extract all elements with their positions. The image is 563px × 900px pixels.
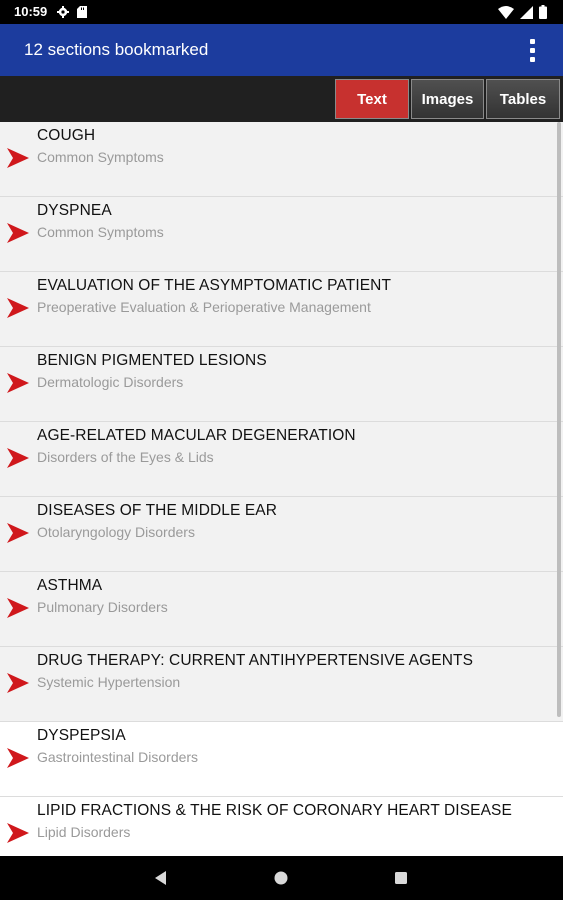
list-item[interactable]: AGE-RELATED MACULAR DEGENERATION Disorde… xyxy=(0,422,563,497)
arrow-right-icon xyxy=(7,223,29,243)
bookmark-title: ASTHMA xyxy=(37,577,103,594)
arrow-right-icon xyxy=(7,823,29,843)
battery-icon xyxy=(539,5,547,19)
bookmark-title: DRUG THERAPY: CURRENT ANTIHYPERTENSIVE A… xyxy=(37,652,474,669)
bookmark-subtitle: Otolaryngology Disorders xyxy=(37,524,195,540)
tab-label: Tables xyxy=(499,90,547,108)
bookmark-title: EVALUATION OF THE ASYMPTOMATIC PATIENT xyxy=(37,277,392,294)
arrow-right-icon xyxy=(7,448,29,468)
arrow-right-icon xyxy=(7,598,29,618)
tab-images[interactable]: Images xyxy=(411,79,484,119)
arrow-right-icon xyxy=(7,673,29,693)
bookmark-subtitle: Systemic Hypertension xyxy=(37,674,181,690)
arrow-right-icon xyxy=(7,298,29,318)
tab-label: Text xyxy=(357,90,387,108)
list-item[interactable]: DYSPEPSIA Gastrointestinal Disorders xyxy=(0,722,563,797)
bookmark-title: DYSPNEA xyxy=(37,202,112,219)
arrow-right-icon xyxy=(7,373,29,393)
bookmark-subtitle: Dermatologic Disorders xyxy=(37,374,184,390)
tab-text[interactable]: Text xyxy=(335,79,409,119)
page-title: 12 sections bookmarked xyxy=(24,40,209,59)
bookmark-subtitle: Lipid Disorders xyxy=(37,824,131,840)
bookmark-title: AGE-RELATED MACULAR DEGENERATION xyxy=(37,427,356,444)
list-item[interactable]: DISEASES OF THE MIDDLE EAR Otolaryngolog… xyxy=(0,497,563,572)
bookmark-subtitle: Pulmonary Disorders xyxy=(37,599,168,615)
arrow-right-icon xyxy=(7,148,29,168)
bookmark-subtitle: Common Symptoms xyxy=(37,224,164,240)
tab-label: Images xyxy=(421,90,474,108)
back-icon[interactable] xyxy=(151,868,171,888)
tab-tables[interactable]: Tables xyxy=(486,79,560,119)
bookmark-subtitle: Preoperative Evaluation & Perioperative … xyxy=(37,299,371,315)
wifi-icon xyxy=(498,5,514,19)
list-item[interactable]: BENIGN PIGMENTED LESIONS Dermatologic Di… xyxy=(0,347,563,422)
recents-icon[interactable] xyxy=(391,868,411,888)
status-time: 10:59 xyxy=(14,4,48,19)
gear-icon xyxy=(57,6,69,18)
list-item[interactable]: COUGH Common Symptoms xyxy=(0,122,563,197)
bookmark-title: BENIGN PIGMENTED LESIONS xyxy=(37,352,267,369)
list-item[interactable]: DRUG THERAPY: CURRENT ANTIHYPERTENSIVE A… xyxy=(0,647,563,722)
bookmark-subtitle: Gastrointestinal Disorders xyxy=(37,749,199,765)
bookmark-subtitle: Disorders of the Eyes & Lids xyxy=(37,449,214,465)
bookmark-title: LIPID FRACTIONS & THE RISK OF CORONARY H… xyxy=(37,802,512,819)
list-item[interactable]: ASTHMA Pulmonary Disorders xyxy=(0,572,563,647)
list-item[interactable]: LIPID FRACTIONS & THE RISK OF CORONARY H… xyxy=(0,797,563,856)
arrow-right-icon xyxy=(7,523,29,543)
bookmark-title: DISEASES OF THE MIDDLE EAR xyxy=(37,502,278,519)
bookmark-title: DYSPEPSIA xyxy=(37,727,126,744)
sd-card-icon xyxy=(77,6,87,18)
home-icon[interactable] xyxy=(271,868,291,888)
system-nav-bar xyxy=(0,856,563,900)
status-bar: 10:59 xyxy=(0,0,563,24)
list-item[interactable]: DYSPNEA Common Symptoms xyxy=(0,197,563,272)
list-item[interactable]: EVALUATION OF THE ASYMPTOMATIC PATIENT P… xyxy=(0,272,563,347)
tab-strip: Text Images Tables xyxy=(0,76,563,122)
scrollbar[interactable] xyxy=(557,122,561,717)
arrow-right-icon xyxy=(7,748,29,768)
more-vert-icon[interactable] xyxy=(523,37,543,65)
bookmark-title: COUGH xyxy=(37,127,96,144)
signal-icon xyxy=(520,5,533,19)
bookmark-list[interactable]: COUGH Common Symptoms DYSPNEA Common Sym… xyxy=(0,122,563,856)
app-bar: 12 sections bookmarked xyxy=(0,24,563,76)
bookmark-subtitle: Common Symptoms xyxy=(37,149,164,165)
